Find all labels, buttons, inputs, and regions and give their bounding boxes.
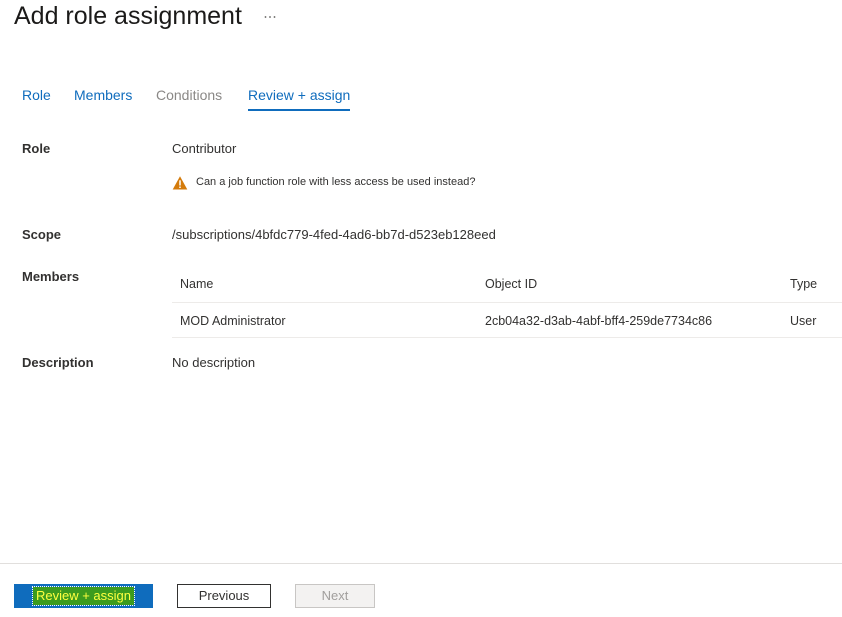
active-tab-indicator [248, 109, 350, 111]
add-role-assignment-page: Add role assignment Role Members Conditi… [0, 0, 842, 617]
warning-triangle-icon [172, 176, 188, 190]
description-label: Description [22, 355, 94, 370]
tab-conditions: Conditions [156, 87, 223, 103]
review-assign-button[interactable]: Review + assign [14, 584, 153, 608]
members-label: Members [22, 269, 80, 284]
member-object-id: 2cb04a32-d3ab-4abf-bff4-259de7734c86 [485, 314, 713, 328]
table-header-divider [172, 302, 842, 303]
column-header-name: Name [180, 277, 214, 291]
footer-divider [0, 563, 842, 564]
next-button: Next [295, 584, 375, 608]
warning-text: Can a job function role with less access… [196, 176, 476, 188]
tab-members[interactable]: Members [74, 86, 132, 104]
member-type: User [790, 314, 817, 328]
previous-button[interactable]: Previous [177, 584, 271, 608]
scope-label: Scope [22, 227, 62, 242]
page-title: Add role assignment [14, 2, 242, 30]
ellipsis-icon[interactable] [262, 6, 278, 22]
column-header-object-id: Object ID [485, 277, 538, 291]
description-value: No description [172, 355, 256, 370]
role-value: Contributor [172, 141, 237, 156]
tab-role[interactable]: Role [22, 86, 51, 104]
member-name: MOD Administrator [180, 314, 286, 328]
table-row-divider [172, 337, 842, 338]
scope-value: /subscriptions/4bfdc779-4fed-4ad6-bb7d-d… [172, 227, 496, 242]
role-label: Role [22, 141, 51, 156]
column-header-type: Type [790, 277, 818, 291]
tab-review-assign[interactable]: Review + assign [248, 86, 350, 104]
review-assign-button-label: Review + assign [31, 586, 136, 606]
